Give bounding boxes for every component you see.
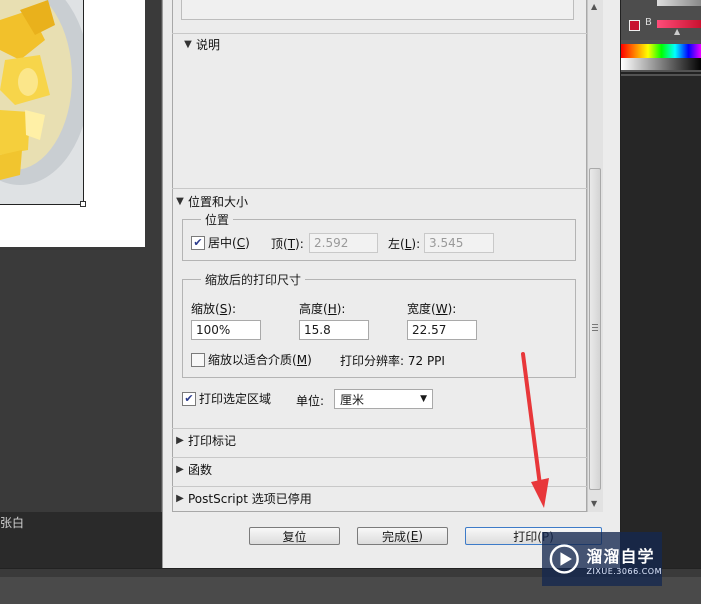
divider [172, 188, 587, 189]
grayscale-ramp[interactable] [621, 58, 701, 70]
scale-label: 缩放(S): [191, 302, 237, 316]
scale-field[interactable]: 100% [191, 320, 261, 340]
collapsed-triangle-icon: ▶ [176, 463, 184, 475]
channel-slider-top[interactable] [657, 0, 701, 6]
fit-media-checkbox[interactable]: ✔ [191, 352, 205, 367]
section-postscript[interactable]: ▶ PostScript 选项已停用 [172, 488, 312, 508]
resize-handle[interactable] [80, 201, 86, 207]
top-field[interactable]: 2.592 [309, 233, 378, 253]
section-position-size[interactable]: ▼ 位置和大小 [172, 191, 248, 211]
red-arrow-annotation [521, 352, 549, 508]
watermark-logo: 溜溜自学 ZIXUE.3066.COM [542, 532, 662, 586]
collapsed-triangle-icon: ▶ [176, 434, 184, 446]
color-swatch[interactable] [629, 20, 640, 31]
scaled-size-legend: 缩放后的打印尺寸 [201, 271, 306, 288]
expanded-triangle-icon: ▼ [176, 195, 184, 207]
dropdown-arrow-icon: ▼ [420, 394, 427, 404]
print-resolution-text: 打印分辨率: 72 PPI [340, 354, 445, 368]
left-label: 左(L): [388, 237, 421, 251]
scrollbar-thumb[interactable] [589, 168, 601, 490]
print-area-row[interactable]: ✔ 打印选定区域 [182, 390, 271, 407]
print-area-label: 打印选定区域 [199, 392, 272, 406]
watermark-title: 溜溜自学 [586, 546, 655, 566]
preview-paper [0, 0, 145, 247]
top-label: 顶(T): [271, 237, 304, 251]
section-print-marks[interactable]: ▶ 打印标记 [172, 430, 236, 450]
center-checkbox-row[interactable]: ✔ 居中(C) [191, 234, 250, 251]
section-functions[interactable]: ▶ 函数 [172, 459, 212, 479]
section-functions-label: 函数 [188, 462, 213, 477]
scroll-up-icon[interactable]: ▲ [591, 2, 597, 11]
unit-select-value: 厘米 [340, 392, 365, 407]
panel-divider [621, 72, 701, 74]
print-preview-area: 张白 [0, 0, 162, 530]
preview-caption: 张白 [0, 516, 25, 530]
section-postscript-label: PostScript 选项已停用 [188, 491, 312, 506]
color-panel: B ▲ [621, 0, 701, 40]
section-position-size-label: 位置和大小 [188, 194, 249, 209]
width-field[interactable]: 22.57 [407, 320, 477, 340]
unit-select[interactable]: 厘米 ▼ [334, 389, 433, 409]
play-logo-icon [549, 544, 579, 574]
collapsed-triangle-icon: ▶ [176, 492, 184, 504]
watermark-url: ZIXUE.3066.COM [586, 566, 662, 576]
section-description-label: 说明 [196, 37, 221, 52]
color-spectrum[interactable] [621, 44, 701, 58]
section-print-marks-label: 打印标记 [188, 433, 237, 448]
center-label: 居中(C) [208, 236, 250, 250]
fit-media-row[interactable]: ✔ 缩放以适合介质(M) [191, 351, 312, 368]
top-text-box[interactable] [181, 0, 574, 20]
panel-body [621, 76, 701, 576]
position-legend: 位置 [201, 211, 234, 228]
expanded-triangle-icon: ▼ [184, 38, 192, 50]
scroll-down-icon[interactable]: ▼ [591, 499, 597, 508]
section-description[interactable]: ▼ 说明 [180, 34, 220, 54]
left-field[interactable]: 3.545 [424, 233, 494, 253]
width-label: 宽度(W): [407, 302, 457, 316]
reset-button[interactable]: 复位 [249, 527, 340, 545]
preview-image[interactable] [0, 0, 84, 205]
channel-label: B [645, 17, 652, 28]
unit-label: 单位: [296, 394, 325, 408]
divider [172, 33, 587, 34]
done-button[interactable]: 完成(E) [357, 527, 448, 545]
fit-media-label: 缩放以适合介质(M) [208, 353, 312, 367]
right-dock-panel: B ▲ [620, 0, 701, 604]
height-label: 高度(H): [299, 302, 346, 316]
slider-handle-icon[interactable]: ▲ [674, 27, 680, 36]
height-field[interactable]: 15.8 [299, 320, 369, 340]
print-area-checkbox[interactable]: ✔ [182, 391, 196, 406]
center-checkbox[interactable]: ✔ [191, 235, 205, 250]
